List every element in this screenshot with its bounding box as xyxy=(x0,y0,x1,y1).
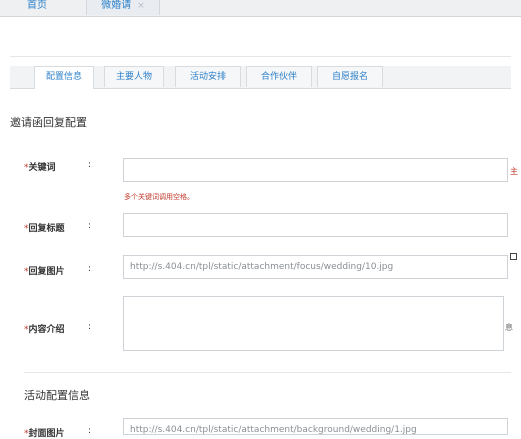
field-label-reply-image: *回复图片 xyxy=(24,264,65,277)
tab-wedding-invitation[interactable]: 微婚请 × xyxy=(86,0,160,15)
colon: : xyxy=(88,322,92,332)
colon: : xyxy=(88,160,92,170)
colon: : xyxy=(88,221,92,231)
intro-textarea[interactable] xyxy=(123,296,504,351)
field-label-text: 回复图片 xyxy=(28,267,65,277)
close-icon[interactable]: × xyxy=(137,1,145,11)
field-label-reply-title: *回复标题 xyxy=(24,221,65,234)
reply-image-input[interactable]: http://s.404.cn/tpl/static/attachment/fo… xyxy=(123,255,508,279)
side-mark-keyword: 主 xyxy=(510,167,518,176)
field-label-text: 内容介绍 xyxy=(28,325,65,335)
cover-image-input[interactable]: http://s.404.cn/tpl/static/attachment/ba… xyxy=(123,418,508,435)
colon: : xyxy=(88,264,92,274)
section-title-reply: 邀请函回复配置 xyxy=(10,116,87,129)
field-label-text: 回复标题 xyxy=(28,224,65,234)
checkbox-icon[interactable] xyxy=(510,253,517,260)
tab-volunteer-signup[interactable]: 自愿报名 xyxy=(317,66,383,87)
section-divider xyxy=(24,372,511,373)
reply-title-input[interactable] xyxy=(123,213,508,237)
field-label-intro: *内容介绍 xyxy=(24,322,65,335)
top-tab-bar: 首页 微婚请 × xyxy=(0,0,521,17)
side-mark-intro: 息 xyxy=(505,323,513,332)
tab-activity-schedule[interactable]: 活动安排 xyxy=(175,66,241,87)
tab-home[interactable]: 首页 xyxy=(5,0,69,15)
tab-wedding-label: 微婚请 xyxy=(101,0,132,11)
section-title-activity: 活动配置信息 xyxy=(24,389,90,402)
field-label-text: 关键词 xyxy=(28,163,56,173)
header-divider xyxy=(10,56,511,57)
keyword-input[interactable] xyxy=(123,158,508,182)
tab-config-info[interactable]: 配置信息 xyxy=(34,66,94,89)
field-label-keyword: *关键词 xyxy=(24,160,56,173)
field-label-cover-image: *封面图片 xyxy=(24,426,65,439)
field-label-text: 封面图片 xyxy=(28,429,65,439)
tab-partners[interactable]: 合作伙伴 xyxy=(246,66,312,87)
keyword-hint: 多个关键词调用空格。 xyxy=(124,193,194,201)
tab-main-people[interactable]: 主要人物 xyxy=(104,66,164,87)
sub-tab-bar: 配置信息 主要人物 活动安排 合作伙伴 自愿报名 xyxy=(10,66,511,89)
